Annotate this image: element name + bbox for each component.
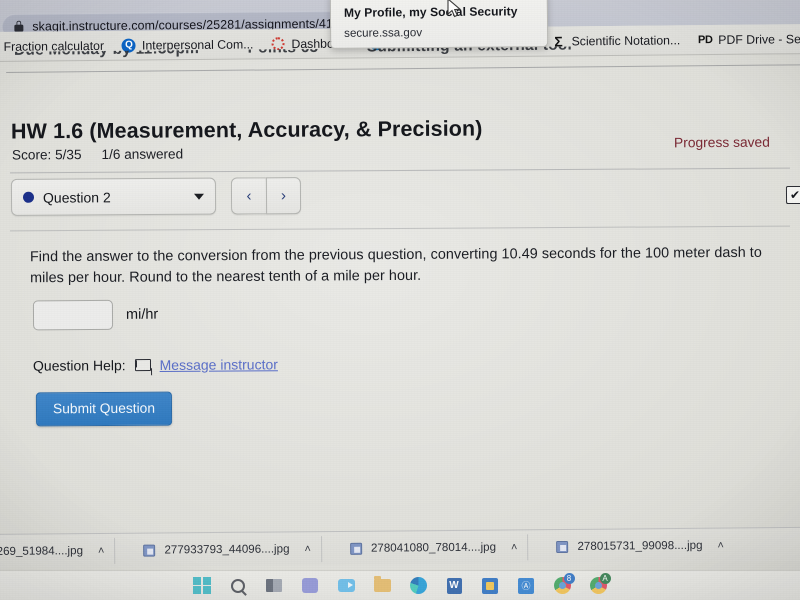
envelope-icon [134, 359, 151, 372]
popup-title: My Profile, my Social Security [343, 4, 518, 20]
chrome-badge: 8 [563, 573, 575, 584]
chevron-up-icon[interactable]: ˄ [511, 541, 518, 553]
question-help-label: Question Help: [32, 357, 126, 374]
chevron-down-icon [193, 193, 205, 200]
progress-saved-status: Progress saved [674, 134, 771, 151]
answer-input[interactable] [32, 299, 114, 331]
popup-domain: secure.ssa.gov [344, 26, 423, 40]
start-icon[interactable] [193, 576, 212, 595]
search-icon[interactable] [229, 576, 248, 595]
next-question-button[interactable]: › [265, 177, 302, 215]
file-icon [349, 542, 362, 555]
download-filename: 277933793_44096....jpg [164, 542, 290, 557]
quiz-page: HW 1.6 (Measurement, Accuracy, & Precisi… [0, 74, 800, 529]
score-value: Score: 5/35 [11, 147, 82, 163]
file-icon [556, 540, 569, 553]
chevron-up-icon[interactable]: ˄ [98, 545, 105, 557]
prev-question-button[interactable]: ‹ [230, 177, 267, 215]
divider-question [10, 225, 790, 232]
edge-icon[interactable] [409, 576, 428, 595]
chevron-up-icon[interactable]: ˄ [717, 539, 724, 551]
download-item[interactable]: 278041080_78014....jpg ˄ [339, 533, 529, 562]
task-view-icon[interactable] [265, 576, 284, 595]
answered-count: 1/6 answered [101, 146, 184, 162]
message-instructor-link[interactable]: Message instructor [160, 356, 278, 373]
download-shelf: 8269_51984....jpg ˄ 277933793_44096....j… [0, 526, 800, 568]
download-filename: 8269_51984....jpg [0, 544, 84, 558]
file-explorer-icon[interactable] [373, 576, 392, 595]
question-checkbox[interactable]: ✔ [785, 185, 800, 205]
app-icon[interactable]: Ⓐ [517, 576, 536, 595]
question-help-row: Question Help: Message instructor [33, 356, 278, 373]
file-icon [143, 544, 156, 557]
question-nav-buttons: ‹ › [230, 177, 302, 215]
chrome-alt-badge: A [599, 573, 611, 584]
screen-photo: skagit.instructure.com/courses/25281/ass… [0, 0, 800, 600]
zoom-icon[interactable] [337, 576, 356, 595]
score-row: Score: 5/35 1/6 answered [12, 146, 183, 162]
store-icon[interactable] [481, 576, 500, 595]
submit-question-button[interactable]: Submit Question [35, 391, 173, 427]
chevron-up-icon[interactable]: ˄ [304, 543, 311, 555]
ssa-link-popup[interactable]: My Profile, my Social Security secure.ss… [329, 0, 549, 49]
download-filename: 278041080_78014....jpg [370, 540, 497, 555]
answer-row: mi/hr [32, 299, 159, 331]
mouse-cursor [447, 0, 462, 18]
download-item[interactable]: 278015731_99098....jpg ˄ [546, 532, 734, 560]
download-filename: 278015731_99098....jpg [577, 538, 703, 553]
meta-divider [6, 64, 800, 73]
word-icon[interactable]: W [445, 576, 464, 595]
divider-top [10, 167, 790, 174]
question-navigation-bar: Question 2 ‹ › [10, 177, 302, 216]
download-item[interactable]: 277933793_44096....jpg ˄ [133, 535, 323, 564]
page-title: HW 1.6 (Measurement, Accuracy, & Precisi… [10, 116, 483, 144]
lock-icon [14, 20, 24, 32]
windows-taskbar: W Ⓐ 8 A [0, 570, 800, 600]
question-text: Find the answer to the conversion from t… [29, 244, 762, 287]
question-select-label: Question 2 [42, 188, 111, 206]
question-status-dot [22, 191, 35, 203]
download-item[interactable]: 8269_51984....jpg ˄ [0, 537, 116, 565]
question-select-dropdown[interactable]: Question 2 [10, 177, 217, 216]
answer-unit-label: mi/hr [125, 306, 159, 323]
chrome-alt-icon[interactable]: A [589, 573, 611, 595]
chrome-icon[interactable]: 8 [553, 573, 575, 595]
teams-icon[interactable] [301, 576, 320, 595]
